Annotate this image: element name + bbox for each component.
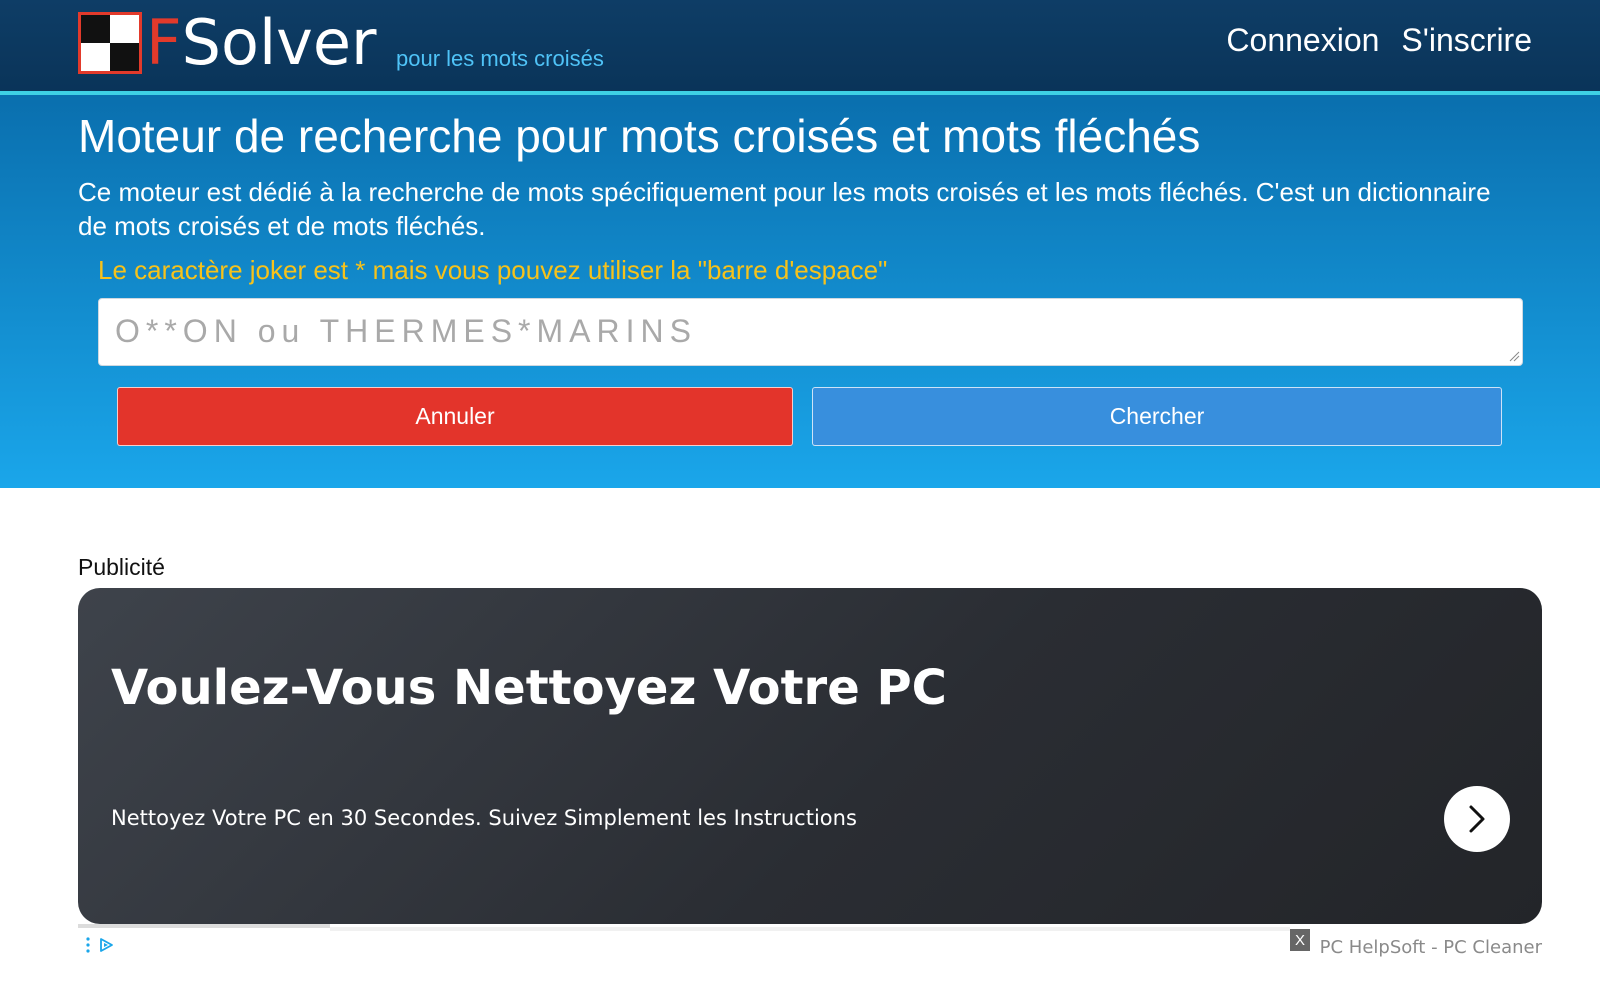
- logo[interactable]: F Solver: [78, 12, 377, 74]
- page-title: Moteur de recherche pour mots croisés et…: [78, 110, 1201, 162]
- ad-next-button[interactable]: [1444, 786, 1510, 852]
- logo-letter-f: F: [146, 6, 182, 79]
- search-button[interactable]: Chercher: [812, 387, 1502, 446]
- account-nav: Connexion S'inscrire: [1226, 22, 1532, 59]
- logo-text-solver: Solver: [181, 6, 377, 79]
- adchoices-icon[interactable]: [98, 937, 114, 953]
- tagline: pour les mots croisés: [396, 46, 604, 71]
- search-hero: Moteur de recherche pour mots croisés et…: [0, 95, 1600, 488]
- signup-link[interactable]: S'inscrire: [1401, 22, 1532, 59]
- resize-grip-icon[interactable]: [1508, 350, 1520, 362]
- ad-progress-track: [78, 924, 330, 928]
- chevron-right-icon: [1469, 805, 1485, 833]
- cancel-button[interactable]: Annuler: [117, 387, 793, 446]
- top-navigation-bar: F Solver pour les mots croisés Connexion…: [0, 0, 1600, 95]
- ad-subtitle[interactable]: Nettoyez Votre PC en 30 Secondes. Suivez…: [111, 806, 857, 830]
- ad-banner[interactable]: Voulez-Vous Nettoyez Votre PC Nettoyez V…: [78, 588, 1542, 924]
- wildcard-hint: Le caractère joker est * mais vous pouve…: [98, 255, 888, 285]
- adchoices[interactable]: [86, 937, 114, 953]
- ad-close-button[interactable]: X: [1290, 929, 1310, 951]
- search-input[interactable]: [98, 298, 1523, 366]
- ad-label: Publicité: [78, 554, 165, 580]
- ad-sponsor[interactable]: PC HelpSoft - PC Cleaner: [1320, 937, 1542, 958]
- ad-divider: [330, 927, 1290, 931]
- more-options-icon[interactable]: [86, 937, 90, 953]
- login-link[interactable]: Connexion: [1226, 22, 1379, 59]
- page-description: Ce moteur est dédié à la recherche de mo…: [78, 177, 1491, 241]
- crossword-grid-icon: [78, 12, 142, 74]
- ad-title[interactable]: Voulez-Vous Nettoyez Votre PC: [111, 660, 947, 716]
